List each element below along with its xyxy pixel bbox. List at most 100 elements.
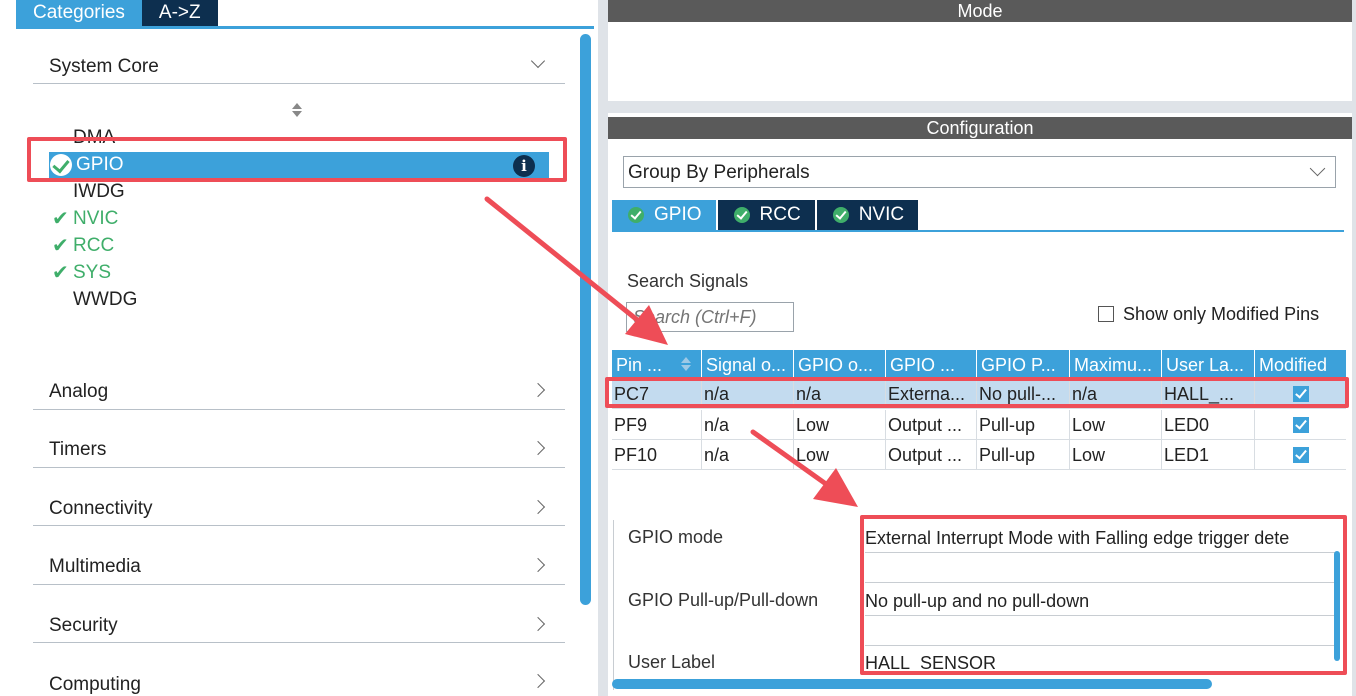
info-icon[interactable]: i — [513, 155, 535, 177]
category-label: Computing — [49, 674, 141, 695]
cell-pin: PC7 — [612, 379, 702, 409]
cell-user-label: LED0 — [1162, 410, 1255, 440]
table-row[interactable]: PF10 n/a Low Output ... Pull-up Low LED1 — [612, 440, 1346, 470]
checkmark-circle-icon — [50, 154, 72, 176]
modified-checkbox[interactable] — [1292, 386, 1309, 402]
chevron-right-icon[interactable] — [530, 382, 546, 398]
group-by-dropdown[interactable]: Group By Peripherals — [623, 156, 1336, 188]
cell-signal: n/a — [702, 410, 794, 440]
search-signals-input[interactable] — [626, 302, 794, 332]
peripheral-tabs: GPIO RCC NVIC — [612, 200, 920, 230]
sidebar-item-sys[interactable]: ✔ SYS — [49, 260, 549, 286]
cell-pull: Pull-up — [977, 440, 1070, 470]
mode-header: Mode — [608, 0, 1352, 22]
chevron-right-icon[interactable] — [530, 440, 546, 456]
categories-scrollbar-thumb[interactable] — [580, 34, 591, 605]
chevron-right-icon[interactable] — [530, 557, 546, 573]
category-tabbar: Categories A->Z — [16, 0, 218, 26]
check-circle-icon — [832, 207, 849, 223]
sidebar-item-iwdg[interactable]: IWDG — [49, 179, 549, 205]
details-horizontal-scrollbar[interactable] — [612, 679, 1212, 689]
checkbox-box[interactable] — [1098, 306, 1114, 322]
sidebar-item-label: WWDG — [73, 289, 138, 310]
pin-configuration-details: GPIO mode External Interrupt Mode with F… — [613, 520, 1345, 690]
cell-user-label: LED1 — [1162, 440, 1255, 470]
cell-signal: n/a — [702, 440, 794, 470]
check-circle-icon — [628, 207, 644, 223]
table-row[interactable]: PC7 n/a n/a Externa... No pull-... n/a H… — [612, 379, 1346, 409]
column-header-pin[interactable]: Pin ... — [612, 350, 702, 378]
user-label-field[interactable]: HALL_SENSOR — [865, 646, 1337, 678]
cell-output-level: Low — [794, 410, 886, 440]
cell-mode: Externa... — [886, 379, 977, 409]
sidebar-item-dma[interactable]: DMA — [49, 125, 549, 151]
tab-rcc[interactable]: RCC — [717, 200, 815, 230]
cell-mode: Output ... — [886, 410, 977, 440]
category-connectivity[interactable]: Connectivity — [33, 468, 565, 526]
cell-modified — [1255, 379, 1346, 409]
column-header-modified[interactable]: Modified — [1255, 350, 1346, 378]
column-header-max-speed[interactable]: Maximu... — [1070, 350, 1162, 378]
category-security[interactable]: Security — [33, 585, 565, 643]
modified-checkbox[interactable] — [1292, 447, 1309, 463]
sidebar-item-label: DMA — [73, 127, 116, 148]
checkmark-icon: ✔ — [52, 262, 69, 284]
search-signals-label: Search Signals — [627, 271, 749, 291]
gpio-pull-label: GPIO Pull-up/Pull-down — [628, 590, 819, 610]
show-modified-pins-label: Show only Modified Pins — [1123, 303, 1320, 324]
modified-checkbox[interactable] — [1292, 417, 1309, 433]
cell-mode: Output ... — [886, 440, 977, 470]
chevron-right-icon[interactable] — [530, 673, 546, 689]
details-scrollbar[interactable] — [1334, 551, 1340, 661]
cell-signal: n/a — [702, 379, 794, 409]
sidebar-item-nvic[interactable]: ✔ NVIC — [49, 206, 549, 232]
sidebar-item-gpio[interactable]: GPIO i — [49, 152, 549, 178]
sidebar-item-label: RCC — [73, 235, 115, 256]
section-divider[interactable] — [608, 101, 1356, 113]
column-header-gpio-pull[interactable]: GPIO P... — [977, 350, 1070, 378]
tab-gpio[interactable]: GPIO — [612, 200, 716, 230]
cell-speed: Low — [1070, 440, 1162, 470]
cell-output-level: n/a — [794, 379, 886, 409]
category-analog[interactable]: Analog — [33, 352, 565, 410]
sidebar-item-label: SYS — [73, 262, 112, 283]
tab-a-to-z[interactable]: A->Z — [141, 0, 218, 26]
column-header-gpio-mode[interactable]: GPIO ... — [886, 350, 977, 378]
show-modified-pins-checkbox[interactable]: Show only Modified Pins — [1098, 303, 1319, 325]
cell-user-label: HALL_... — [1162, 379, 1255, 409]
blank-row — [865, 616, 1337, 646]
category-label: System Core — [49, 56, 159, 77]
panel-divider[interactable] — [598, 0, 608, 696]
chevron-right-icon[interactable] — [530, 616, 546, 632]
sort-icon[interactable] — [291, 102, 303, 118]
chevron-down-icon[interactable] — [530, 53, 546, 69]
cell-speed: Low — [1070, 410, 1162, 440]
column-header-signal[interactable]: Signal o... — [702, 350, 794, 378]
cell-modified — [1255, 410, 1346, 440]
sidebar-item-wwdg[interactable]: WWDG — [49, 287, 549, 313]
cell-pull: No pull-... — [977, 379, 1070, 409]
category-timers[interactable]: Timers — [33, 410, 565, 468]
column-header-gpio-output-level[interactable]: GPIO o... — [794, 350, 886, 378]
category-computing[interactable]: Computing — [33, 643, 565, 696]
category-multimedia[interactable]: Multimedia — [33, 526, 565, 585]
category-system-core[interactable]: System Core — [33, 46, 565, 84]
table-header: Pin ... Signal o... GPIO o... GPIO ... G… — [612, 350, 1346, 378]
tab-underline — [16, 26, 594, 29]
sort-icon[interactable] — [681, 357, 691, 373]
cell-pin: PF10 — [612, 440, 702, 470]
gpio-mode-select[interactable]: External Interrupt Mode with Falling edg… — [865, 521, 1337, 553]
checkmark-icon: ✔ — [52, 208, 69, 230]
gpio-pull-select[interactable]: No pull-up and no pull-down — [865, 584, 1337, 616]
column-header-user-label[interactable]: User La... — [1162, 350, 1255, 378]
tab-categories[interactable]: Categories — [16, 0, 142, 26]
tab-nvic[interactable]: NVIC — [816, 200, 919, 230]
table-row[interactable]: PF9 n/a Low Output ... Pull-up Low LED0 — [612, 410, 1346, 440]
cell-output-level: Low — [794, 440, 886, 470]
sidebar-item-rcc[interactable]: ✔ RCC — [49, 233, 549, 259]
gpio-mode-label: GPIO mode — [628, 527, 724, 547]
blank-row — [865, 553, 1337, 583]
chevron-right-icon[interactable] — [530, 499, 546, 515]
cell-speed: n/a — [1070, 379, 1162, 409]
categories-panel: Categories A->Z System Core DMA GPIO i I… — [0, 0, 598, 696]
